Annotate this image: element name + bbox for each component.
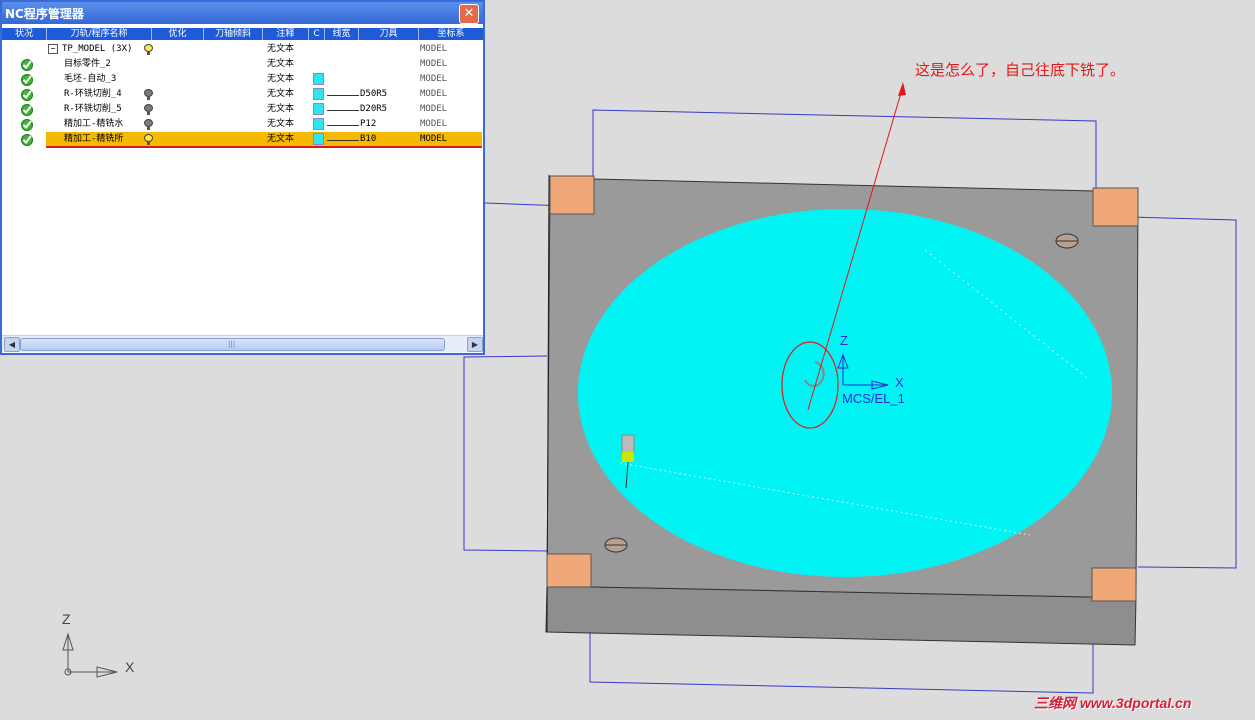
coord-cell: MODEL	[420, 134, 448, 144]
program-name: 毛坯-自动_3	[64, 74, 117, 84]
column-header-linewidth[interactable]: 线宽	[325, 28, 359, 40]
tool-cell: P12	[360, 119, 377, 129]
world-z-label: Z	[62, 611, 71, 627]
program-row[interactable]: 目标零件_2 无文本 MODEL	[2, 57, 483, 72]
program-name: R-环铣切削_5	[64, 104, 122, 114]
comment-cell: 无文本	[267, 89, 295, 99]
coord-cell: MODEL	[420, 74, 448, 84]
coord-cell: MODEL	[420, 44, 448, 54]
clamp-top-left	[549, 175, 595, 215]
program-row[interactable]: 精加工-精铣水 无文本 P12 MODEL	[2, 117, 483, 132]
stock-boundary-left	[463, 355, 548, 552]
comment-cell: 无文本	[267, 74, 295, 84]
column-header-color[interactable]: C	[309, 28, 325, 40]
linewidth-sample	[327, 140, 359, 141]
scroll-right-button[interactable]: ▶	[467, 337, 483, 352]
comment-cell: 无文本	[267, 104, 295, 114]
clamp-bottom-left	[546, 553, 592, 588]
bulb-off-icon[interactable]	[144, 119, 153, 130]
program-name: 目标零件_2	[64, 59, 111, 69]
comment-cell: 无文本	[267, 59, 295, 69]
status-ok-icon	[21, 134, 33, 146]
color-swatch[interactable]	[313, 73, 324, 85]
status-ok-icon	[21, 74, 33, 86]
site-watermark: 三维网 www.3dportal.cn	[1034, 695, 1192, 711]
bulb-off-icon[interactable]	[144, 104, 153, 115]
scroll-grip-icon: |||	[228, 340, 236, 348]
cutting-tool	[621, 434, 635, 454]
nc-program-manager-window[interactable]: NC程序管理器 ✕ 状况 刀轨/程序名称 优化 刀轴倾斜 注释 C 线宽 刀具 …	[0, 0, 485, 355]
column-header-tilt[interactable]: 刀轴倾斜	[204, 28, 263, 40]
coord-cell: MODEL	[420, 119, 448, 129]
column-header-comment[interactable]: 注释	[263, 28, 309, 40]
program-row[interactable]: R-环铣切削_4 无文本 D50R5 MODEL	[2, 87, 483, 102]
mcs-z-label: Z	[840, 333, 848, 348]
window-title: NC程序管理器	[5, 7, 84, 21]
status-ok-icon	[21, 89, 33, 101]
comment-cell: 无文本	[267, 134, 295, 144]
mcs-x-label: X	[895, 375, 904, 390]
status-ok-icon	[21, 104, 33, 116]
column-header-bar: 状况 刀轨/程序名称 优化 刀轴倾斜 注释 C 线宽 刀具 坐标系	[2, 28, 483, 40]
program-name: TP_MODEL (3X)	[62, 44, 133, 54]
program-name: R-环铣切削_4	[64, 89, 122, 99]
annotation-text: 这是怎么了，自己往底下铣了。	[915, 61, 1126, 79]
scroll-thumb[interactable]: |||	[20, 338, 445, 351]
program-row[interactable]: − TP_MODEL (3X) 无文本 MODEL	[2, 42, 483, 57]
column-header-tool[interactable]: 刀具	[359, 28, 419, 40]
linewidth-sample	[327, 125, 359, 126]
close-button[interactable]: ✕	[459, 4, 479, 24]
comment-cell: 无文本	[267, 119, 295, 129]
column-header-optimize[interactable]: 优化	[152, 28, 204, 40]
scroll-left-button[interactable]: ◀	[4, 337, 20, 352]
annotation-arrowhead	[898, 82, 906, 96]
column-header-status[interactable]: 状况	[2, 28, 47, 40]
tool-cell: B10	[360, 134, 377, 144]
collapse-toggle-icon[interactable]: −	[48, 44, 58, 54]
color-swatch[interactable]	[313, 118, 324, 130]
window-titlebar[interactable]: NC程序管理器 ✕	[2, 2, 483, 24]
coord-cell: MODEL	[420, 104, 448, 114]
clamp-top-right	[1092, 187, 1139, 227]
coord-cell: MODEL	[420, 89, 448, 99]
cutting-tool-tip	[622, 452, 634, 462]
tool-cell: D50R5	[360, 89, 388, 99]
status-ok-icon	[21, 119, 33, 131]
color-swatch[interactable]	[313, 103, 324, 115]
clamp-bottom-right	[1091, 567, 1137, 602]
world-x-label: X	[125, 659, 135, 675]
program-row[interactable]: R-环铣切削_5 无文本 D20R5 MODEL	[2, 102, 483, 117]
bulb-on-icon[interactable]	[144, 44, 153, 55]
program-row[interactable]: 毛坯-自动_3 无文本 MODEL	[2, 72, 483, 87]
program-name: 精加工-精铣所	[64, 134, 124, 144]
color-swatch[interactable]	[313, 88, 324, 100]
bulb-off-icon[interactable]	[144, 89, 153, 100]
color-swatch[interactable]	[313, 133, 324, 145]
column-header-coord[interactable]: 坐标系	[419, 28, 483, 40]
mcs-label: MCS/EL_1	[842, 391, 905, 406]
linewidth-sample	[327, 95, 359, 96]
program-row[interactable]: 精加工-精铣所 无文本 B10 MODEL	[2, 132, 483, 148]
status-ok-icon	[21, 59, 33, 71]
selection-underline	[46, 146, 482, 148]
comment-cell: 无文本	[267, 44, 295, 54]
linewidth-sample	[327, 110, 359, 111]
horizontal-scrollbar[interactable]: ◀ ||| ▶	[2, 335, 483, 352]
bulb-on-icon[interactable]	[144, 134, 153, 145]
program-name: 精加工-精铣水	[64, 119, 124, 129]
coord-cell: MODEL	[420, 59, 448, 69]
tool-cell: D20R5	[360, 104, 388, 114]
column-header-name[interactable]: 刀轨/程序名称	[47, 28, 152, 40]
